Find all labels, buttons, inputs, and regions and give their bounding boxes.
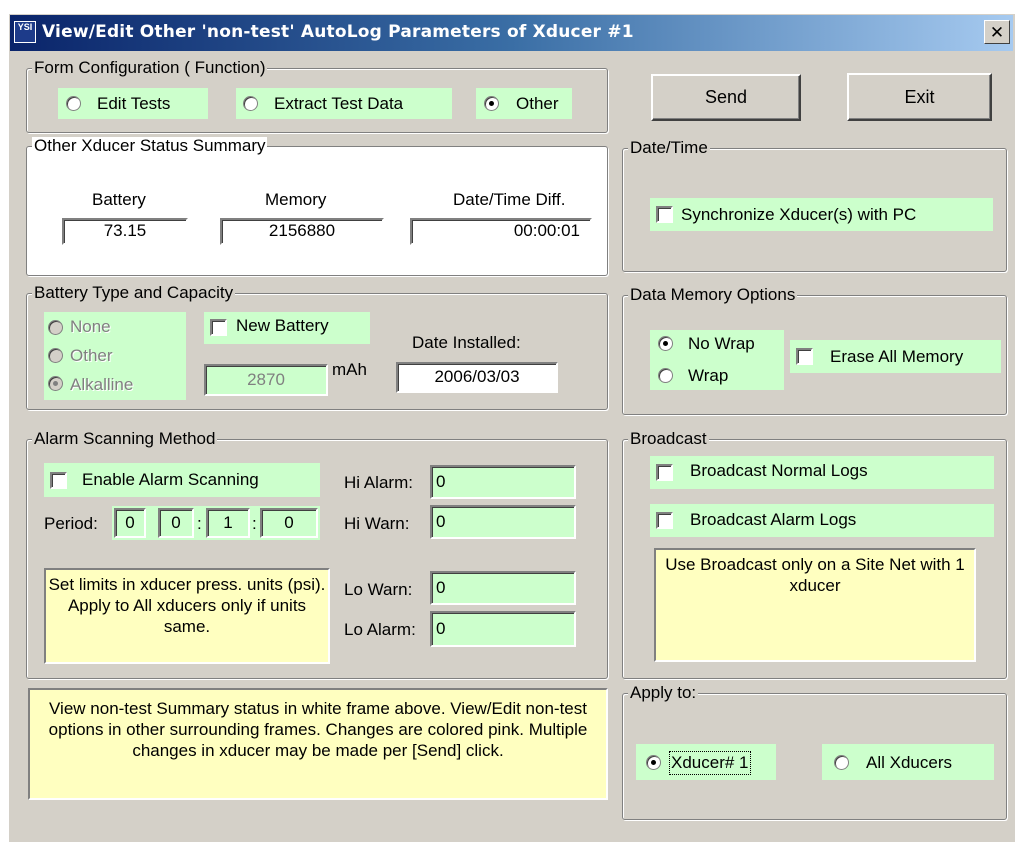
period-field-1[interactable]: 0 <box>114 508 146 538</box>
lo-alarm-field[interactable]: 0 <box>430 611 576 647</box>
enable-alarm-checkbox[interactable] <box>50 472 67 489</box>
edit-tests-label: Edit Tests <box>97 94 171 113</box>
apply-all-radio[interactable] <box>834 755 849 770</box>
wrap-radio[interactable] <box>658 368 673 383</box>
capacity-unit: mAh <box>332 360 367 379</box>
alarm-legend: Alarm Scanning Method <box>32 429 218 448</box>
apply-xducer1-radio[interactable] <box>646 755 661 770</box>
hi-alarm-label: Hi Alarm: <box>344 473 413 492</box>
lo-alarm-label: Lo Alarm: <box>344 620 416 639</box>
period-field-4[interactable]: 0 <box>260 508 318 538</box>
erase-memory-checkbox[interactable] <box>796 348 813 365</box>
period-field-3[interactable]: 1 <box>206 508 250 538</box>
other-radio[interactable] <box>484 96 499 111</box>
broadcast-alarm-checkbox[interactable] <box>656 512 673 529</box>
lo-warn-label: Lo Warn: <box>344 580 413 599</box>
broadcast-note: Use Broadcast only on a Site Net with 1 … <box>654 548 976 662</box>
broadcast-alarm-label: Broadcast Alarm Logs <box>690 510 857 529</box>
battery-other-radio[interactable] <box>48 348 63 363</box>
other-label: Other <box>516 94 559 113</box>
alarm-note-text: Set limits in xducer press. units (psi).… <box>48 575 326 636</box>
hi-alarm-field[interactable]: 0 <box>430 465 576 499</box>
battery-other-label: Other <box>70 346 113 365</box>
date-installed-label: Date Installed: <box>412 333 521 352</box>
status-summary-frame <box>26 146 608 276</box>
status-summary-legend: Other Xducer Status Summary <box>32 136 268 155</box>
extract-test-data-radio[interactable] <box>243 96 258 111</box>
close-button[interactable]: ✕ <box>984 20 1010 44</box>
datetime-diff-value: 00:00:01 <box>410 218 592 245</box>
lo-warn-field[interactable]: 0 <box>430 571 576 605</box>
battery-label: Battery <box>92 190 146 209</box>
edit-tests-radio[interactable] <box>66 96 81 111</box>
no-wrap-label: No Wrap <box>688 334 755 353</box>
capacity-field[interactable]: 2870 <box>204 364 328 396</box>
battery-none-label: None <box>70 317 111 336</box>
battery-alkalline-radio[interactable] <box>48 376 63 391</box>
battery-alkalline-label: Alkalline <box>70 375 134 394</box>
period-sep-2: : <box>252 514 257 533</box>
exit-button[interactable]: Exit <box>847 73 992 121</box>
hi-warn-field[interactable]: 0 <box>430 505 576 539</box>
new-battery-checkbox[interactable] <box>210 319 227 336</box>
datetime-diff-label: Date/Time Diff. <box>453 190 566 209</box>
memory-label: Memory <box>265 190 327 209</box>
exit-label: Exit <box>904 87 935 107</box>
sync-label: Synchronize Xducer(s) with PC <box>681 205 917 224</box>
period-label: Period: <box>44 514 98 533</box>
battery-none-radio[interactable] <box>48 320 63 335</box>
battery-value: 73.15 <box>62 218 188 245</box>
datetime-legend: Date/Time <box>628 138 710 157</box>
apply-to-legend: Apply to: <box>628 683 699 702</box>
memory-options-legend: Data Memory Options <box>628 285 798 304</box>
sync-checkbox[interactable] <box>656 206 673 223</box>
send-label: Send <box>704 87 748 107</box>
help-text-box: View non-test Summary status in white fr… <box>28 688 608 800</box>
close-icon: ✕ <box>989 23 1005 43</box>
period-field-2[interactable]: 0 <box>158 508 194 538</box>
window-title: View/Edit Other 'non-test' AutoLog Param… <box>42 22 634 42</box>
new-battery-label: New Battery <box>236 316 329 335</box>
help-text: View non-test Summary status in white fr… <box>48 699 588 760</box>
broadcast-normal-label: Broadcast Normal Logs <box>690 461 868 480</box>
apply-xducer1-label: Xducer# 1 <box>669 751 751 775</box>
broadcast-legend: Broadcast <box>628 429 709 448</box>
broadcast-note-text: Use Broadcast only on a Site Net with 1 … <box>665 555 965 595</box>
battery-type-legend: Battery Type and Capacity <box>32 283 236 302</box>
erase-memory-label: Erase All Memory <box>830 347 964 366</box>
no-wrap-radio[interactable] <box>658 336 673 351</box>
apply-all-label: All Xducers <box>866 753 952 772</box>
memory-value: 2156880 <box>220 218 384 245</box>
ysi-app-icon: YSI <box>14 21 36 43</box>
form-config-legend: Form Configuration ( Function) <box>32 58 268 77</box>
wrap-label: Wrap <box>688 366 729 385</box>
enable-alarm-label: Enable Alarm Scanning <box>82 470 259 489</box>
extract-test-data-label: Extract Test Data <box>274 94 404 113</box>
period-sep-1: : <box>197 514 202 533</box>
alarm-note: Set limits in xducer press. units (psi).… <box>44 568 330 664</box>
date-installed-field[interactable]: 2006/03/03 <box>396 362 558 393</box>
hi-warn-label: Hi Warn: <box>344 514 410 533</box>
broadcast-normal-checkbox[interactable] <box>656 464 673 481</box>
send-button[interactable]: Send <box>651 74 801 121</box>
